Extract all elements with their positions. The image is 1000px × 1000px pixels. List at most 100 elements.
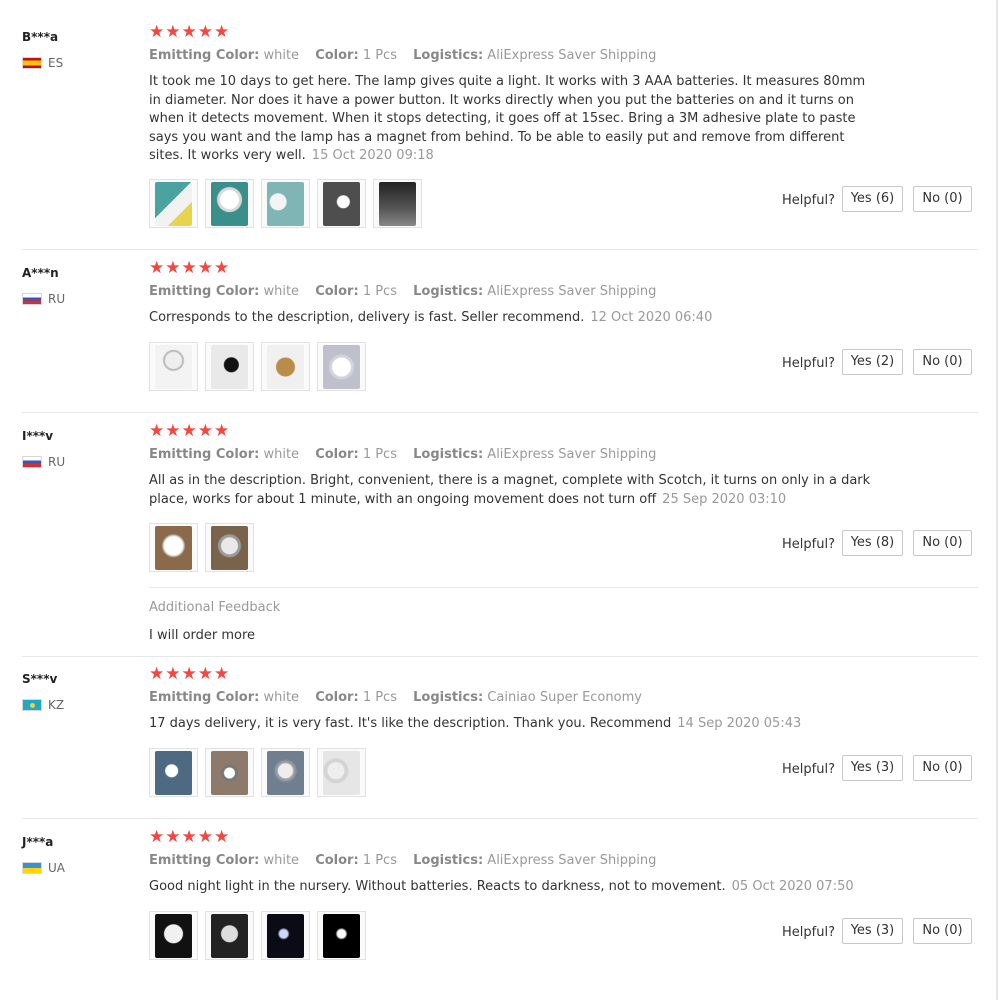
- reviewer-country: RU: [22, 455, 65, 469]
- lamp-photo-icon: [155, 525, 192, 570]
- lamp-photo-icon: [155, 913, 192, 958]
- rating-stars: ★★★★★: [149, 258, 231, 278]
- review-divider: [22, 656, 978, 657]
- emitting-color-label: Emitting Color:: [149, 853, 260, 868]
- review-photo-thumbnail[interactable]: [261, 911, 310, 960]
- emitting-color-label: Emitting Color:: [149, 284, 260, 299]
- helpful-yes-button[interactable]: Yes (3): [842, 918, 903, 944]
- helpful-yes-button[interactable]: Yes (2): [842, 349, 903, 375]
- color-value: 1 Pcs: [362, 447, 397, 462]
- color-value: 1 Pcs: [362, 48, 397, 63]
- country-code: KZ: [48, 698, 65, 712]
- reviewer-country: KZ: [22, 698, 64, 712]
- review-photo-thumbnail[interactable]: [317, 911, 366, 960]
- review-attributes: Emitting Color: white Color: 1 Pcs Logis…: [149, 48, 656, 63]
- logistics-label: Logistics:: [413, 48, 484, 63]
- rating-stars: ★★★★★: [149, 827, 231, 847]
- review-photo-thumbnail[interactable]: [317, 748, 366, 797]
- helpful-label: Helpful?: [782, 193, 835, 208]
- review-photo-thumbnail[interactable]: [317, 342, 366, 391]
- review-photo-thumbnail[interactable]: [149, 911, 198, 960]
- review-photo-thumbnail[interactable]: [317, 179, 366, 228]
- color-value: 1 Pcs: [362, 853, 397, 868]
- helpful-label: Helpful?: [782, 356, 835, 371]
- review-photo-thumbnail[interactable]: [149, 342, 198, 391]
- additional-feedback-text: I will order more: [149, 628, 256, 643]
- helpful-no-button[interactable]: No (0): [913, 530, 972, 556]
- reviewer-name: J***a: [22, 835, 54, 849]
- logistics-value: Cainiao Super Economy: [487, 690, 642, 705]
- review-photo-thumbnail[interactable]: [373, 179, 422, 228]
- review-photo-thumbnail[interactable]: [205, 748, 254, 797]
- flag-ru-icon: [22, 293, 42, 305]
- logistics-label: Logistics:: [413, 447, 484, 462]
- helpful-yes-button[interactable]: Yes (3): [842, 755, 903, 781]
- helpful-yes-button[interactable]: Yes (8): [842, 530, 903, 556]
- helpful-no-button[interactable]: No (0): [913, 349, 972, 375]
- flag-kz-icon: [22, 699, 42, 711]
- lamp-photo-icon: [267, 344, 304, 389]
- feedback-divider: [149, 587, 978, 588]
- color-label: Color:: [315, 48, 359, 63]
- review-date: 25 Sep 2020 03:10: [662, 491, 787, 507]
- logistics-value: AliExpress Saver Shipping: [487, 284, 657, 299]
- review-photos: [149, 342, 373, 391]
- review-photo-thumbnail[interactable]: [149, 748, 198, 797]
- lamp-photo-icon: [155, 181, 192, 226]
- lamp-photo-icon: [155, 344, 192, 389]
- helpful-no-button[interactable]: No (0): [913, 186, 972, 212]
- emitting-color-value: white: [263, 447, 300, 462]
- lamp-photo-icon: [323, 344, 360, 389]
- helpful-no-button[interactable]: No (0): [913, 755, 972, 781]
- reviewer-country: UA: [22, 861, 65, 875]
- additional-feedback-title: Additional Feedback: [149, 600, 281, 615]
- helpful-no-button[interactable]: No (0): [913, 918, 972, 944]
- flag-ua-icon: [22, 862, 42, 874]
- logistics-value: AliExpress Saver Shipping: [487, 447, 657, 462]
- logistics-label: Logistics:: [413, 284, 484, 299]
- review-photo-thumbnail[interactable]: [149, 523, 198, 572]
- emitting-color-value: white: [263, 48, 300, 63]
- review-attributes: Emitting Color: white Color: 1 Pcs Logis…: [149, 690, 642, 705]
- review-body: 17 days delivery, it is very fast. It's …: [149, 716, 672, 731]
- country-code: RU: [48, 292, 66, 306]
- logistics-value: AliExpress Saver Shipping: [487, 853, 657, 868]
- rating-stars: ★★★★★: [149, 421, 231, 441]
- rating-stars: ★★★★★: [149, 664, 231, 684]
- review-photo-thumbnail[interactable]: [149, 179, 198, 228]
- review-divider: [22, 818, 978, 819]
- review-date: 05 Oct 2020 07:50: [731, 879, 854, 894]
- review-photo-thumbnail[interactable]: [205, 911, 254, 960]
- review-photo-thumbnail[interactable]: [205, 179, 254, 228]
- flag-es-icon: [22, 57, 42, 69]
- helpful-label: Helpful?: [782, 537, 835, 552]
- review-attributes: Emitting Color: white Color: 1 Pcs Logis…: [149, 447, 656, 462]
- country-code: RU: [48, 455, 66, 469]
- review-photo-thumbnail[interactable]: [205, 523, 254, 572]
- lamp-photo-icon: [211, 525, 248, 570]
- emitting-color-label: Emitting Color:: [149, 447, 260, 462]
- review-divider: [22, 412, 978, 413]
- review-photo-thumbnail[interactable]: [261, 748, 310, 797]
- review-attributes: Emitting Color: white Color: 1 Pcs Logis…: [149, 853, 656, 868]
- lamp-photo-icon: [379, 181, 416, 226]
- review-photo-thumbnail[interactable]: [205, 342, 254, 391]
- helpful-yes-button[interactable]: Yes (6): [842, 186, 903, 212]
- review-text: All as in the description. Bright, conve…: [149, 472, 879, 509]
- country-code: ES: [48, 56, 64, 70]
- review-date: 12 Oct 2020 06:40: [590, 310, 713, 325]
- emitting-color-label: Emitting Color:: [149, 48, 260, 63]
- logistics-value: AliExpress Saver Shipping: [487, 48, 657, 63]
- lamp-photo-icon: [323, 750, 360, 795]
- review-date: 14 Sep 2020 05:43: [677, 716, 802, 731]
- reviewer-name: B***a: [22, 30, 59, 44]
- rating-stars: ★★★★★: [149, 22, 231, 42]
- flag-ru-icon: [22, 456, 42, 468]
- reviewer-country: RU: [22, 292, 65, 306]
- review-photo-thumbnail[interactable]: [261, 179, 310, 228]
- lamp-photo-icon: [211, 913, 248, 958]
- lamp-photo-icon: [211, 344, 248, 389]
- review-photo-thumbnail[interactable]: [261, 342, 310, 391]
- color-label: Color:: [315, 853, 359, 868]
- review-body: It took me 10 days to get here. The lamp…: [149, 74, 866, 163]
